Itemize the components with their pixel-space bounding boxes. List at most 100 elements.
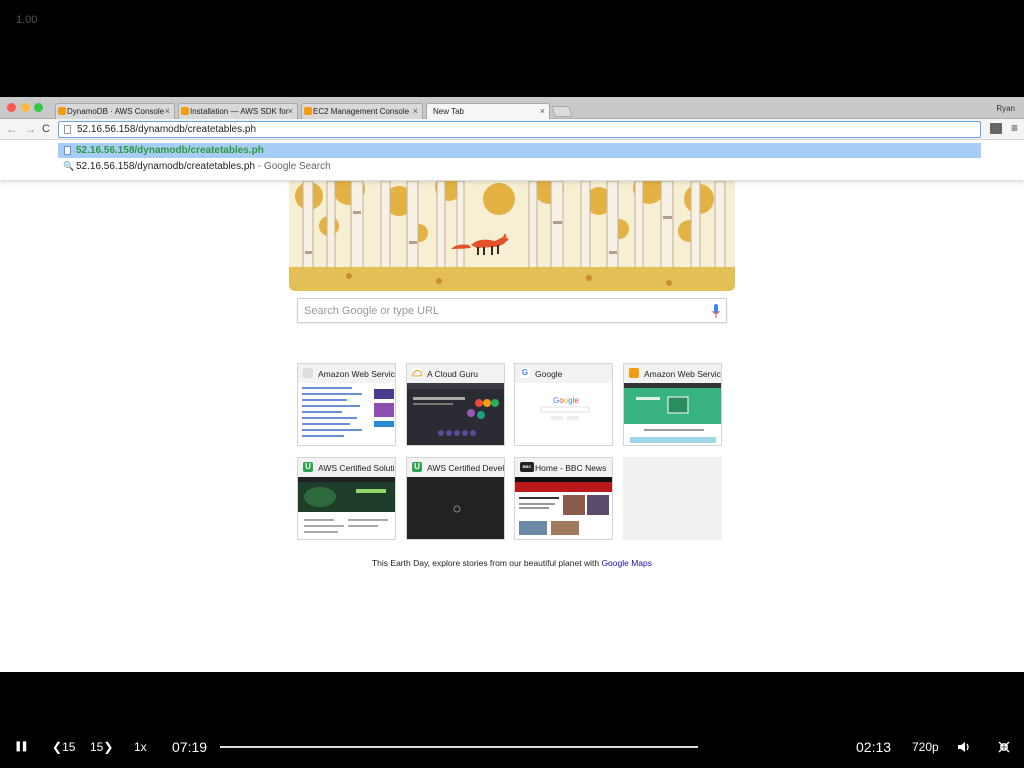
tile-title: Google bbox=[535, 369, 563, 379]
screen: 1.00 DynamoDB · AWS Console × Installati… bbox=[0, 0, 1024, 768]
tile-header: U AWS Certified Developer bbox=[407, 458, 504, 477]
tab-installation[interactable]: Installation — AWS SDK for × bbox=[178, 103, 298, 119]
elapsed-time: 07:19 bbox=[172, 739, 208, 755]
close-tab-icon[interactable]: × bbox=[540, 106, 545, 116]
cloud-icon bbox=[412, 368, 422, 378]
tile-header: A Cloud Guru bbox=[407, 364, 504, 383]
pause-button[interactable]: ❚❚ bbox=[14, 741, 29, 752]
tile-thumbnail bbox=[407, 477, 504, 539]
tile-title: Amazon Web Services bbox=[318, 369, 395, 379]
rewind-15-button[interactable]: ❮15 bbox=[52, 740, 75, 754]
google-maps-link[interactable]: Google Maps bbox=[601, 558, 652, 568]
tile-header: U AWS Certified Solutions bbox=[298, 458, 395, 477]
search-placeholder: Search Google or type URL bbox=[304, 305, 440, 317]
close-tab-icon[interactable]: × bbox=[165, 106, 170, 116]
new-tab-button[interactable] bbox=[550, 106, 574, 117]
tab-ec2[interactable]: EC2 Management Console × bbox=[301, 103, 423, 119]
browser-toolbar: ← → C 52.16.56.158/dynamodb/createtables… bbox=[0, 119, 1024, 140]
tile-title: AWS Certified Developer bbox=[427, 463, 504, 473]
tab-label: New Tab bbox=[433, 107, 464, 116]
progress-bar[interactable] bbox=[220, 746, 698, 748]
minimize-window-button[interactable] bbox=[21, 103, 30, 112]
page-icon bbox=[64, 125, 71, 134]
address-bar-value[interactable]: 52.16.56.158/dynamodb/createtables.ph bbox=[77, 124, 256, 135]
promo-text: This Earth Day, explore stories from our… bbox=[371, 558, 602, 568]
tile-google[interactable]: G Google Google bbox=[514, 363, 613, 446]
aws-favicon-icon bbox=[629, 368, 639, 378]
udemy-icon: U bbox=[412, 462, 422, 472]
close-tab-icon[interactable]: × bbox=[413, 106, 418, 116]
tile-aws-certified-solutions[interactable]: U AWS Certified Solutions bbox=[297, 457, 396, 540]
zoom-window-button[interactable] bbox=[34, 103, 43, 112]
rewind-label: 15 bbox=[62, 740, 76, 754]
tile-amazon-web-services-1[interactable]: Amazon Web Services bbox=[297, 363, 396, 446]
tab-strip: DynamoDB · AWS Console × Installation — … bbox=[0, 97, 1024, 119]
suggestion-suffix: - Google Search bbox=[255, 161, 331, 172]
omnibox-suggestions: 52.16.56.158/dynamodb/createtables.ph 🔍 … bbox=[0, 141, 1024, 181]
udemy-icon: U bbox=[303, 462, 313, 472]
tile-title: AWS Certified Solutions bbox=[318, 463, 395, 473]
tile-thumbnail bbox=[624, 383, 721, 445]
menu-icon[interactable]: ≡ bbox=[1011, 121, 1018, 135]
aws-favicon-icon bbox=[304, 107, 312, 115]
tab-new-tab[interactable]: New Tab × bbox=[426, 103, 550, 119]
tab-label: DynamoDB · AWS Console bbox=[67, 107, 165, 116]
bbc-logo-icon: BBC bbox=[520, 462, 534, 472]
tile-aws-certified-developer[interactable]: U AWS Certified Developer bbox=[406, 457, 505, 540]
close-tab-icon[interactable]: × bbox=[288, 106, 293, 116]
tile-bbc-news[interactable]: BBC Home - BBC News bbox=[514, 457, 613, 540]
doodle-forest-illustration bbox=[289, 181, 735, 291]
playback-speed-button[interactable]: 1x bbox=[134, 740, 147, 754]
aws-logo-icon bbox=[303, 368, 313, 378]
tile-thumbnail bbox=[515, 477, 612, 539]
suggestion-text: 52.16.56.158/dynamodb/createtables.ph bbox=[76, 145, 264, 156]
forward-15-button[interactable]: 15❯ bbox=[90, 740, 113, 754]
tile-empty-slot bbox=[623, 457, 722, 540]
google-icon: G bbox=[520, 368, 530, 378]
page-icon bbox=[64, 146, 71, 155]
forward-label: 15 bbox=[90, 740, 104, 754]
suggestion-search[interactable]: 🔍 52.16.56.158/dynamodb/createtables.ph … bbox=[58, 159, 981, 174]
chevron-right-icon: ❯ bbox=[103, 740, 114, 754]
aws-favicon-icon bbox=[58, 107, 66, 115]
quality-button[interactable]: 720p bbox=[912, 740, 939, 754]
remaining-time: 02:13 bbox=[856, 739, 892, 755]
profile-name[interactable]: Ryan bbox=[996, 104, 1015, 113]
tile-header: Amazon Web Services bbox=[298, 364, 395, 383]
aws-favicon-icon bbox=[181, 107, 189, 115]
address-bar[interactable]: 52.16.56.158/dynamodb/createtables.ph bbox=[58, 121, 981, 138]
volume-icon[interactable] bbox=[957, 741, 971, 753]
forward-icon[interactable]: → bbox=[24, 122, 36, 136]
suggestion-url[interactable]: 52.16.56.158/dynamodb/createtables.ph bbox=[58, 143, 981, 158]
back-icon[interactable]: ← bbox=[6, 122, 18, 136]
tile-title: Amazon Web Services bbox=[644, 369, 721, 379]
tab-dynamodb[interactable]: DynamoDB · AWS Console × bbox=[55, 103, 175, 119]
chevron-left-icon: ❮ bbox=[52, 740, 63, 754]
tile-header: G Google bbox=[515, 364, 612, 383]
tile-a-cloud-guru[interactable]: A Cloud Guru bbox=[406, 363, 505, 446]
extension-icon[interactable] bbox=[990, 123, 1002, 134]
reload-icon[interactable]: C bbox=[42, 123, 50, 135]
tile-title: Home - BBC News bbox=[535, 463, 607, 473]
earth-day-promo: This Earth Day, explore stories from our… bbox=[0, 558, 1024, 568]
browser-window: DynamoDB · AWS Console × Installation — … bbox=[0, 97, 1024, 672]
close-window-button[interactable] bbox=[7, 103, 16, 112]
google-doodle[interactable] bbox=[289, 181, 735, 291]
tab-label: EC2 Management Console bbox=[313, 107, 410, 116]
tile-thumbnail bbox=[298, 383, 395, 445]
microphone-icon[interactable] bbox=[712, 304, 720, 319]
search-input[interactable]: Search Google or type URL bbox=[297, 298, 727, 323]
svg-text:Google: Google bbox=[553, 396, 579, 405]
search-icon: 🔍 bbox=[63, 161, 75, 171]
tile-header: BBC Home - BBC News bbox=[515, 458, 612, 477]
tile-amazon-web-services-2[interactable]: Amazon Web Services bbox=[623, 363, 722, 446]
tile-thumbnail bbox=[298, 477, 395, 539]
tile-thumbnail bbox=[407, 383, 504, 445]
suggestion-text: 52.16.56.158/dynamodb/createtables.ph bbox=[76, 161, 256, 172]
tile-title: A Cloud Guru bbox=[427, 369, 479, 379]
tab-label: Installation — AWS SDK for bbox=[190, 107, 289, 116]
tile-header: Amazon Web Services bbox=[624, 364, 721, 383]
zoom-label: 1.00 bbox=[16, 14, 38, 26]
exit-fullscreen-icon[interactable] bbox=[998, 741, 1010, 753]
tile-thumbnail: Google bbox=[515, 383, 612, 445]
